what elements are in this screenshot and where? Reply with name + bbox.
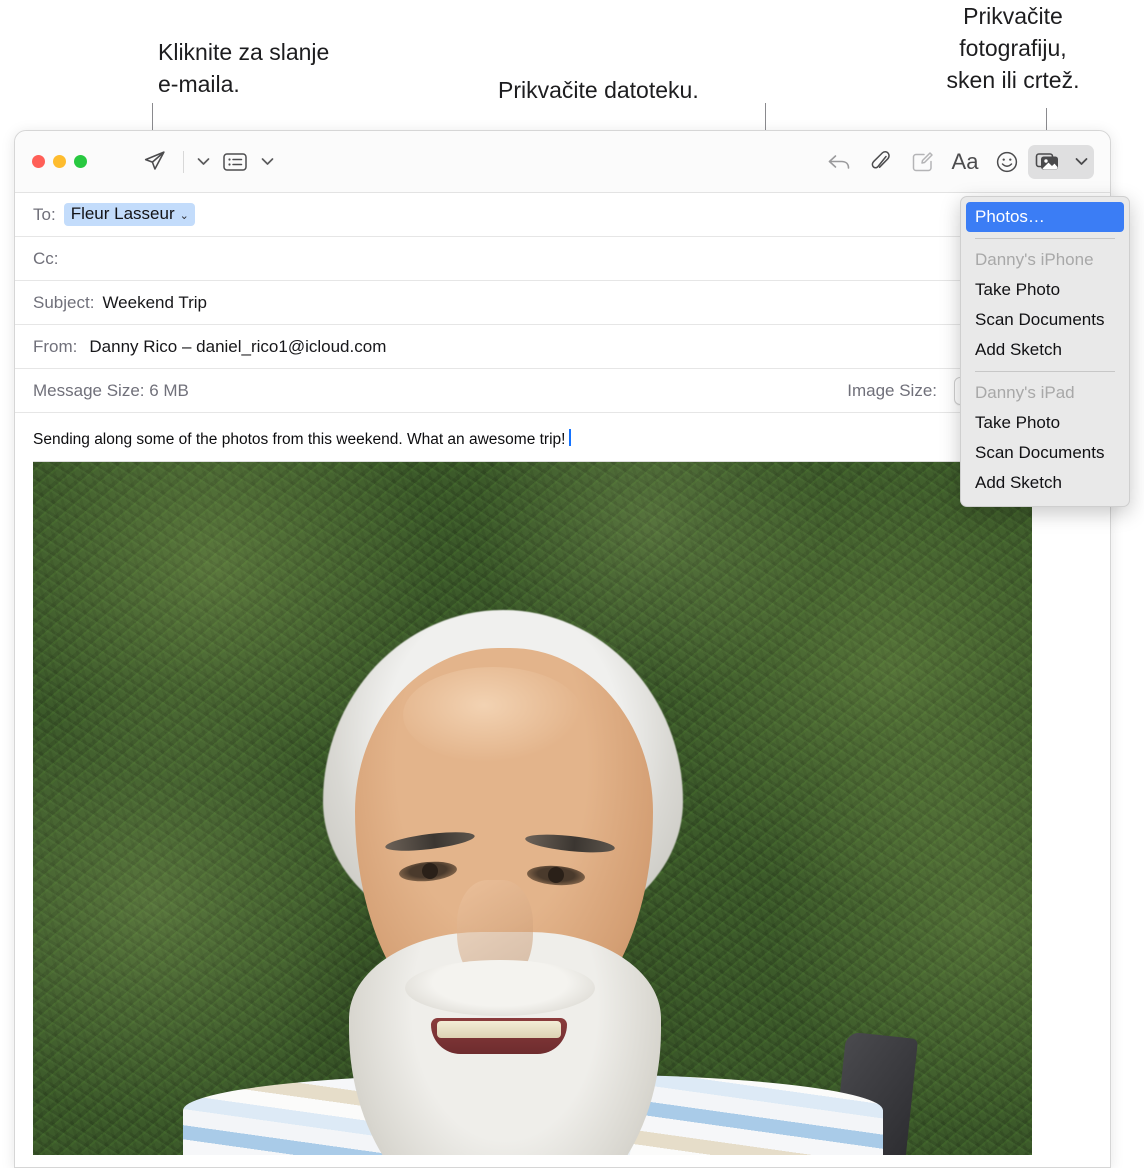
smiley-face-icon	[996, 151, 1018, 172]
menu-header-dannys-iphone: Danny's iPhone	[975, 250, 1094, 269]
menu-header-dannys-ipad: Danny's iPad	[975, 383, 1075, 402]
menu-separator	[975, 371, 1115, 372]
cc-field-row[interactable]: Cc:	[15, 237, 1110, 281]
cc-label: Cc:	[33, 248, 59, 268]
message-body-row[interactable]: Sending along some of the photos from th…	[15, 413, 1110, 461]
from-value: Danny Rico – daniel_rico1@icloud.com	[89, 336, 387, 356]
attach-file-button[interactable]	[860, 145, 902, 179]
forehead-highlight	[403, 667, 583, 763]
inline-photo-attachment[interactable]	[33, 461, 1032, 1155]
subject-value: Weekend Trip	[102, 292, 208, 312]
format-label: Aa	[951, 148, 979, 174]
insert-photo-button[interactable]	[1028, 145, 1070, 179]
compose-toolbar: Aa	[15, 131, 1110, 193]
minimize-button[interactable]	[53, 155, 66, 168]
to-field-row[interactable]: To: Fleur Lasseur ⌄	[15, 193, 1110, 237]
stationery-card-icon	[223, 152, 247, 171]
close-button[interactable]	[32, 155, 45, 168]
stationery-chevron[interactable]	[256, 145, 278, 179]
size-row: Message Size: 6 MB Image Size: Act	[15, 369, 1110, 413]
paperclip-icon	[871, 150, 890, 169]
send-button[interactable]	[133, 145, 175, 179]
menu-item-add-sketch-ipad[interactable]: Add Sketch	[961, 468, 1129, 498]
insert-photo-dropdown-menu[interactable]: Photos… Danny's iPhone Take Photo Scan D…	[960, 196, 1130, 507]
toolbar-left-group	[133, 145, 278, 179]
message-size-label: Message Size: 6 MB	[33, 380, 189, 400]
send-options-chevron[interactable]	[192, 145, 214, 179]
insert-photo-chevron[interactable]	[1070, 145, 1092, 179]
menu-item-photos[interactable]: Photos…	[966, 202, 1124, 232]
reply-arrow-icon	[828, 154, 850, 169]
toolbar-divider	[183, 150, 184, 173]
callout-send-text: Kliknite za slanje e-maila.	[158, 39, 330, 97]
message-body-area[interactable]: Sending along some of the photos from th…	[15, 413, 1110, 1155]
format-button[interactable]: Aa	[944, 145, 986, 179]
menu-item-take-photo-ipad[interactable]: Take Photo	[961, 408, 1129, 438]
markup-pen-icon	[912, 151, 933, 171]
recipient-token-fleur-lasseur[interactable]: Fleur Lasseur ⌄	[63, 203, 195, 226]
chevron-down-icon	[197, 158, 209, 165]
recipient-token-label: Fleur Lasseur	[70, 204, 175, 223]
callout-attach-file-text: Prikvačite datoteku.	[498, 77, 699, 103]
chevron-down-icon[interactable]: ⌄	[180, 209, 189, 222]
emoji-button[interactable]	[986, 145, 1028, 179]
text-caret	[569, 429, 572, 446]
chevron-down-icon	[1075, 158, 1087, 165]
menu-separator	[975, 238, 1115, 239]
stationery-button[interactable]	[214, 145, 256, 179]
menu-item-scan-documents-ipad[interactable]: Scan Documents	[961, 438, 1129, 468]
toolbar-right-group: Aa	[818, 144, 1094, 179]
mail-compose-window: Aa To: Fleur Lasseur ⌄ Cc: Subject: Week…	[14, 130, 1111, 1168]
subject-field-row[interactable]: Subject: Weekend Trip	[15, 281, 1110, 325]
window-controls	[32, 155, 87, 168]
callout-attach-photo-text: Prikvačite fotografiju, sken ili crtež.	[946, 3, 1080, 93]
teeth	[437, 1021, 561, 1038]
message-body-text: Sending along some of the photos from th…	[33, 431, 566, 448]
subject-label: Subject:	[33, 292, 95, 312]
from-field-row[interactable]: From: Danny Rico – daniel_rico1@icloud.c…	[15, 325, 1110, 369]
markup-button[interactable]	[902, 145, 944, 179]
menu-item-add-sketch-iphone[interactable]: Add Sketch	[961, 335, 1129, 365]
send-paper-plane-icon	[144, 151, 165, 170]
menu-item-scan-documents-iphone[interactable]: Scan Documents	[961, 305, 1129, 335]
from-label: From:	[33, 336, 78, 356]
reply-button[interactable]	[818, 145, 860, 179]
insert-photo-combo	[1028, 144, 1094, 179]
screenshot-root: Kliknite za slanje e-maila. Prikvačite d…	[0, 0, 1144, 1168]
image-size-label: Image Size:	[847, 380, 937, 400]
photos-stack-icon	[1035, 152, 1058, 169]
pupil-left	[422, 863, 438, 879]
smiling-mouth	[431, 1018, 567, 1054]
chevron-down-icon	[261, 158, 273, 165]
pupil-right	[548, 867, 564, 883]
person-figure	[33, 462, 1032, 1155]
menu-item-take-photo-iphone[interactable]: Take Photo	[961, 275, 1129, 305]
to-label: To:	[33, 204, 56, 224]
zoom-button[interactable]	[74, 155, 87, 168]
mustache	[405, 960, 595, 1016]
